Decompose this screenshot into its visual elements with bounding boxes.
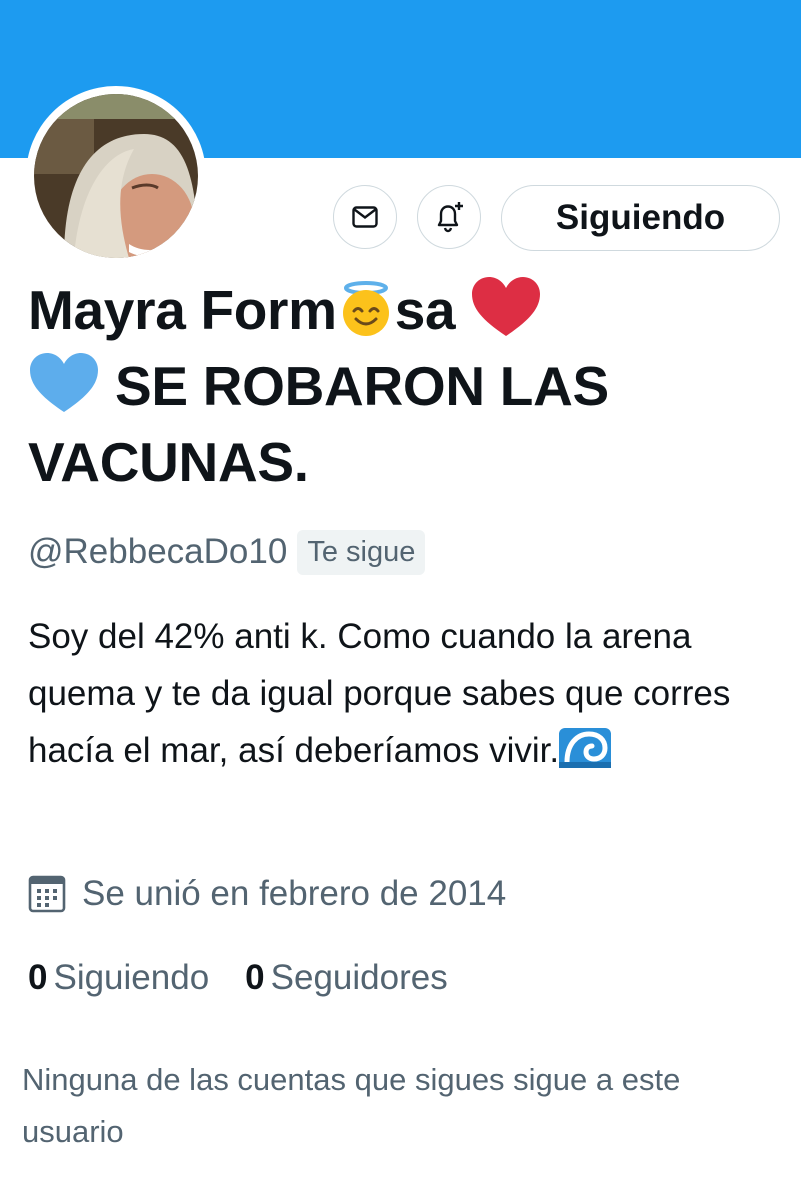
display-name-part1: Mayra Form xyxy=(28,279,337,341)
red-heart-emoji xyxy=(470,277,542,341)
following-label: Siguiendo xyxy=(53,958,210,997)
follows-you-badge: Te sigue xyxy=(297,529,426,575)
bio-text: Soy del 42% anti k. Como cuando la arena… xyxy=(28,617,731,770)
followers-label: Seguidores xyxy=(270,958,448,997)
join-date-text: Se unió en febrero de 2014 xyxy=(82,874,507,913)
user-handle: @RebbecaDo10 xyxy=(28,532,288,571)
bell-plus-icon xyxy=(437,202,463,233)
bio: Soy del 42% anti k. Como cuando la arena… xyxy=(28,608,778,779)
display-name-part3: SE ROBARON LAS VACUNAS. xyxy=(28,355,609,493)
profile-actions: Siguiendo xyxy=(0,185,801,251)
message-button[interactable] xyxy=(333,185,397,249)
join-date: Se unió en febrero de 2014 xyxy=(28,866,506,922)
following-button[interactable]: Siguiendo xyxy=(501,185,780,251)
follow-stats: 0 Siguiendo 0 Seguidores xyxy=(28,950,484,1006)
notifications-button[interactable] xyxy=(417,185,481,249)
smiling-halo-emoji xyxy=(337,279,395,341)
followers-stat[interactable]: 0 Seguidores xyxy=(245,958,448,998)
display-name-part2: sa xyxy=(394,279,456,341)
mutual-followers-note: Ninguna de las cuentas que sigues sigue … xyxy=(22,1062,681,1149)
blue-heart-emoji xyxy=(28,353,100,417)
display-name: Mayra Form sa SE ROBARON LAS VACUNAS. xyxy=(28,272,773,500)
followers-count: 0 xyxy=(245,958,265,997)
mail-icon xyxy=(352,206,378,228)
following-stat[interactable]: 0 Siguiendo xyxy=(28,958,209,998)
calendar-icon xyxy=(28,875,66,913)
handle-row: @RebbecaDo10 Te sigue xyxy=(28,526,426,578)
following-count: 0 xyxy=(28,958,48,997)
water-wave-emoji xyxy=(559,728,612,768)
